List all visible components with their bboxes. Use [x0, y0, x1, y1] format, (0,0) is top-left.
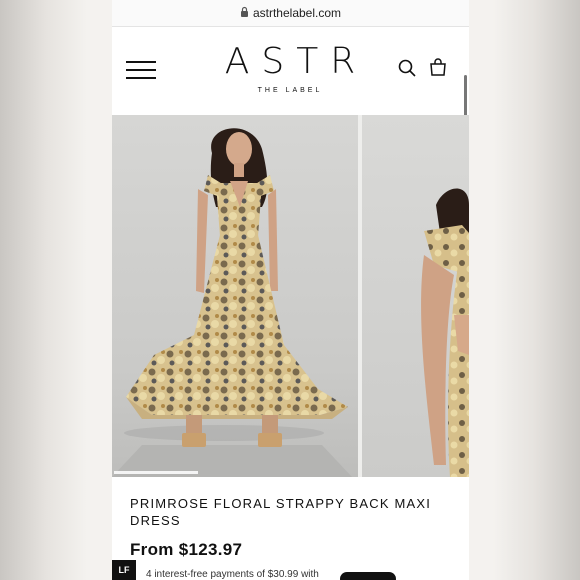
address-bar[interactable]: astrthelabel.com	[112, 0, 469, 27]
brand-logo[interactable]: ASTR THE LABEL	[202, 41, 378, 94]
site-header: ASTR THE LABEL	[112, 27, 469, 215]
product-photo-front[interactable]	[112, 115, 358, 477]
mobile-browser-viewport: astrthelabel.com ASTR THE LABEL PRIMROSE…	[112, 0, 469, 580]
gallery-progress-indicator	[114, 471, 198, 474]
logo-tagline: THE LABEL	[257, 87, 323, 94]
installment-info: 4 interest-free payments of $30.99 with	[146, 569, 319, 580]
product-price: From $123.97	[130, 540, 243, 559]
hamburger-menu-icon[interactable]	[126, 61, 156, 79]
side-feedback-tab[interactable]: LF	[112, 560, 136, 580]
product-title: PRIMROSE FLORAL STRAPPY BACK MAXI DRESS	[130, 496, 432, 528]
logo-wordmark: ASTR	[224, 41, 368, 82]
afterpay-badge[interactable]	[340, 572, 396, 580]
lock-icon	[240, 6, 249, 20]
shopping-bag-icon[interactable]	[428, 57, 448, 77]
search-icon[interactable]	[398, 59, 416, 77]
product-image-gallery[interactable]	[112, 115, 469, 477]
url-text: astrthelabel.com	[252, 6, 342, 20]
product-photo-back[interactable]	[362, 115, 469, 477]
